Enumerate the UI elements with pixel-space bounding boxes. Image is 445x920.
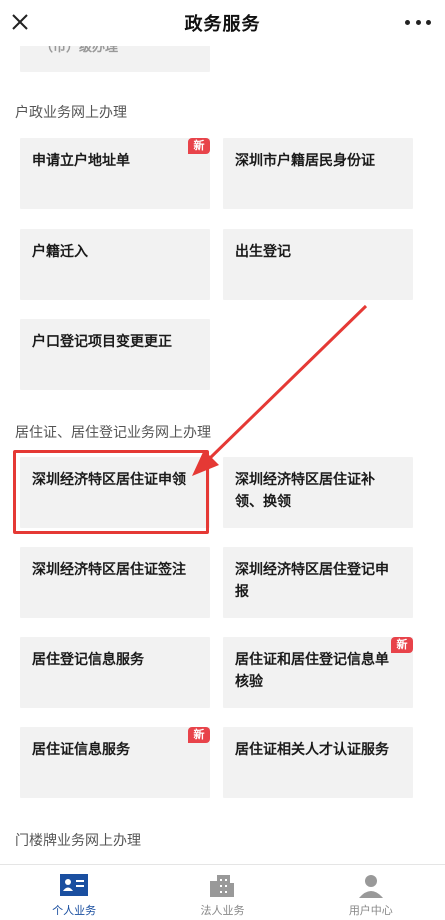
service-card-residence-declare[interactable]: 深圳经济特区居住登记申报 (223, 547, 413, 618)
service-card-label: 深圳市户籍居民身份证 (235, 153, 375, 169)
new-badge: 新 (188, 727, 210, 743)
tab-label: 个人业务 (52, 904, 97, 917)
service-card-talent-cert[interactable]: 居住证相关人才认证服务 (223, 727, 413, 798)
service-card-household-transfer[interactable]: 户籍迁入 (20, 229, 210, 300)
service-card-residence-endorse[interactable]: 深圳经济特区居住证签注 (20, 547, 210, 618)
tab-label: 用户中心 (348, 904, 393, 917)
user-icon (358, 875, 383, 898)
service-list[interactable]: （市）级办理 户政业务网上办理 申请立户地址单 新 深圳市户籍居民身份证 户籍迁… (0, 46, 445, 864)
person-card-icon (60, 874, 89, 896)
new-badge: 新 (188, 138, 210, 154)
app-root: 政务服务 （市）级办理 户政业务网上办理 申请立户地址单 新 深圳市户籍居民身份… (0, 0, 445, 920)
service-card-label: 深圳经济特区居住登记申报 (235, 562, 389, 600)
close-icon[interactable] (8, 10, 32, 34)
service-card-residence-apply[interactable]: 深圳经济特区居住证申领 (20, 457, 210, 528)
service-card-label: 居住证相关人才认证服务 (235, 742, 389, 758)
service-card-address-form[interactable]: 申请立户地址单 新 (20, 138, 210, 209)
service-card-residence-info[interactable]: 居住证信息服务 新 (20, 727, 210, 798)
tab-label: 法人业务 (200, 904, 245, 917)
service-card-residence-reissue[interactable]: 深圳经济特区居住证补领、换领 (223, 457, 413, 528)
service-card-registration-change[interactable]: 户口登记项目变更更正 (20, 319, 210, 390)
service-card-verify[interactable]: 居住证和居住登记信息单核验 新 (223, 637, 413, 708)
section-title-household: 户政业务网上办理 (15, 105, 127, 121)
service-card-registration-info[interactable]: 居住登记信息服务 (20, 637, 210, 708)
service-card-birth-registration[interactable]: 出生登记 (223, 229, 413, 300)
service-card-label: 户口登记项目变更更正 (32, 334, 172, 350)
building-icon (210, 875, 235, 897)
service-card-cut[interactable]: （市）级办理 (20, 46, 210, 72)
new-badge: 新 (391, 637, 413, 653)
bottom-tab-bar: 个人业务 法人业务 用户中心 (0, 864, 445, 920)
more-icon[interactable] (405, 12, 431, 32)
service-card-label: 居住登记信息服务 (32, 652, 144, 668)
service-card-label: 户籍迁入 (32, 244, 88, 260)
tab-corporate[interactable]: 法人业务 (148, 865, 296, 920)
service-card-label: 申请立户地址单 (32, 153, 130, 169)
section-title-residence: 居住证、居住登记业务网上办理 (15, 425, 211, 441)
service-card-label: 出生登记 (235, 244, 291, 260)
top-bar: 政务服务 (0, 0, 445, 46)
service-card-label: 深圳经济特区居住证补领、换领 (235, 472, 375, 510)
tab-personal[interactable]: 个人业务 (0, 865, 148, 920)
service-card-label: 深圳经济特区居住证申领 (32, 472, 186, 488)
tab-user-center[interactable]: 用户中心 (297, 865, 445, 920)
service-card-id-card[interactable]: 深圳市户籍居民身份证 (223, 138, 413, 209)
service-card-label: 深圳经济特区居住证签注 (32, 562, 186, 578)
service-card-label: （市）级办理 (40, 46, 119, 55)
section-title-doorplate: 门楼牌业务网上办理 (15, 833, 141, 849)
service-card-label: 居住证信息服务 (32, 742, 130, 758)
service-card-label: 居住证和居住登记信息单核验 (235, 652, 389, 690)
page-title: 政务服务 (184, 14, 261, 35)
